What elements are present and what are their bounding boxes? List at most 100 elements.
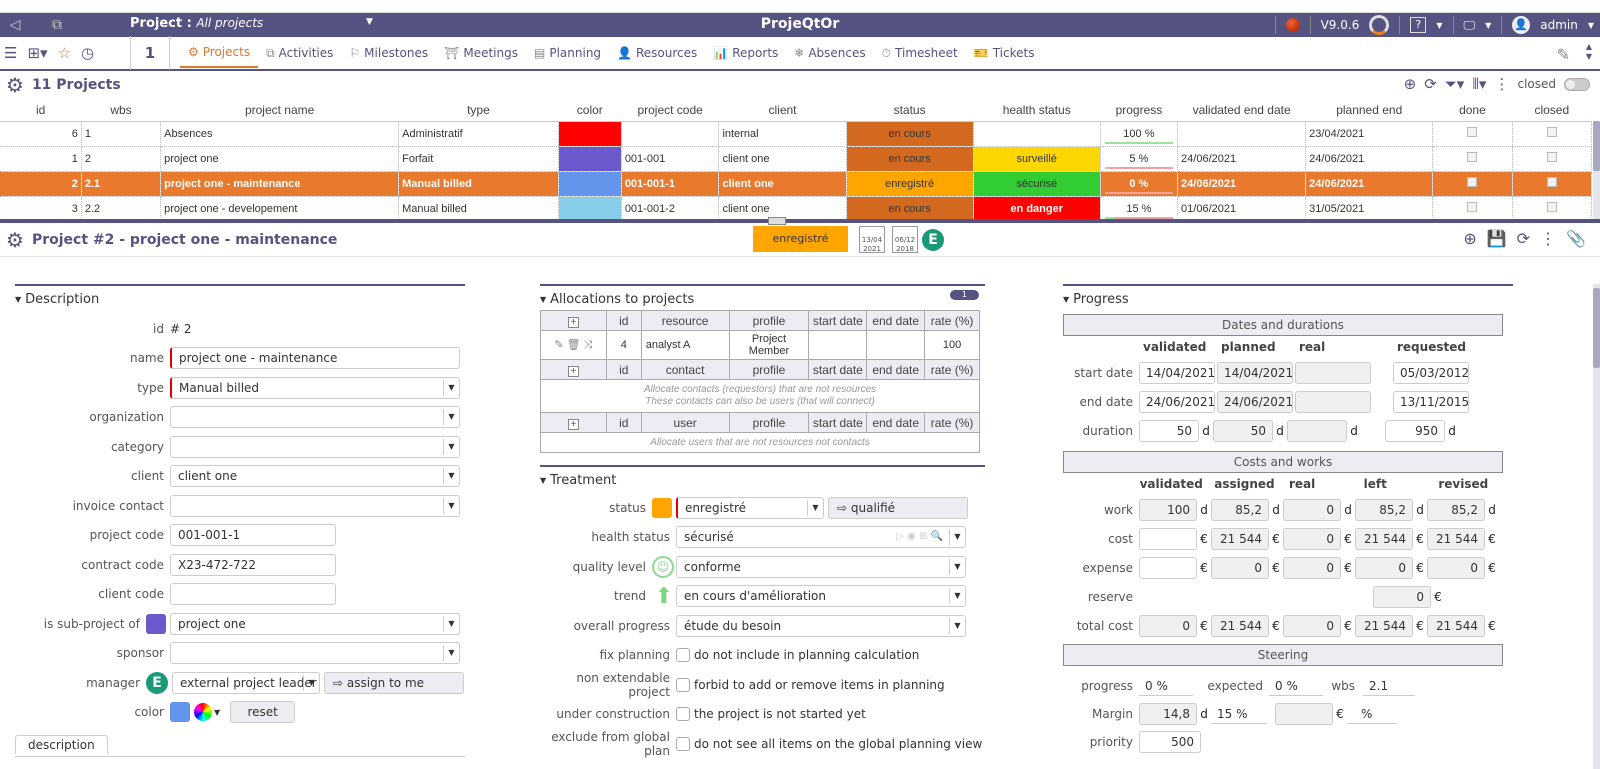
column-header-status[interactable]: status [846,99,974,122]
progress-header[interactable]: ▼ Progress [1063,284,1513,310]
client-code-field[interactable] [170,583,336,606]
add-user-button[interactable]: + [567,418,579,430]
name-field[interactable]: project one - maintenance [170,347,460,370]
table-row[interactable]: 1 2 project one Forfait 001-001 client one en … [0,146,1593,172]
overall-progress-select[interactable]: étude du besoin ▼ [676,614,966,637]
new-item-icon[interactable]: ⊕ [1463,229,1476,248]
color-wheel-icon[interactable] [194,703,212,722]
category-select[interactable]: ▼ [170,435,460,458]
organization-select[interactable]: ▼ [170,406,460,429]
collapse-left-icon[interactable]: ◁ [0,17,30,33]
cost-field-validated[interactable] [1139,527,1197,550]
more-options-icon[interactable]: ⋮ [1494,75,1509,93]
calendar-icon[interactable]: 06/12 2018 [892,226,918,253]
column-header-wbs[interactable]: wbs [81,99,161,122]
menu-item-meetings[interactable]: ⛩ Meetings [436,36,526,70]
closed-checkbox[interactable] [1546,202,1557,212]
start-date-field-requested[interactable]: 05/03/2012 [1393,361,1469,384]
trend-select[interactable]: en cours d'amélioration ▼ [676,585,966,608]
type-select[interactable]: Manual billed ▼ [170,376,460,399]
status-select[interactable]: enregistré ▼ [676,496,824,519]
closed-checkbox[interactable] [1546,152,1557,162]
refresh-icon[interactable]: ⟳ [1424,75,1437,93]
menu-item-timesheet[interactable]: ⏱ Timesheet [874,36,966,70]
menu-item-resources[interactable]: 👤 Resources [609,36,705,70]
sponsor-select[interactable]: ▼ [170,642,460,665]
table-row[interactable]: 6 1 Absences Administratif internal en cours 1… [0,121,1593,147]
duration-field-validated[interactable]: 50 [1139,419,1199,442]
chevron-down-icon[interactable]: ▼ [366,17,373,27]
user-name[interactable]: admin [1540,18,1578,32]
column-header-project-code[interactable]: project code [621,99,719,122]
non-extendable-checkbox[interactable] [676,677,690,692]
refresh-icon[interactable]: ⟳ [1517,229,1530,248]
column-header-id[interactable]: id [0,99,82,122]
column-header-closed[interactable]: closed [1512,99,1592,122]
contract-code-field[interactable]: X23-472-722 [170,553,336,576]
new-project-icon[interactable]: ⊕ [1404,75,1417,93]
manager-select[interactable]: external project leader ▼ [172,671,320,694]
priority-field[interactable]: 500 [1139,731,1201,753]
menu-item-activities[interactable]: ⧉ Activities [258,36,341,70]
table-row[interactable]: 2 2.1 project one - maintenance Manual bill… [0,171,1593,197]
monitor-icon[interactable]: 🖵 [1464,18,1476,33]
swap-icon[interactable]: ⤨ [584,339,593,351]
column-header-client[interactable]: client [718,99,847,122]
calendar-icon[interactable]: 13/04 2021 [859,226,885,253]
detail-scrollbar[interactable] [1593,284,1600,769]
menu-item-projects[interactable]: ⚙ Projects [180,38,259,68]
field-tools-icons[interactable]: ▷ ◉ ⊞ 🔍 [896,527,943,547]
done-checkbox[interactable] [1467,202,1478,212]
end-date-field-requested[interactable]: 13/11/2015 [1393,390,1469,413]
invoice-contact-select[interactable]: ▼ [170,494,460,517]
column-header-type[interactable]: type [398,99,559,122]
chevron-down-icon[interactable]: ▼ [1588,21,1594,30]
add-resource-button[interactable]: + [567,316,579,328]
closed-toggle[interactable] [1564,77,1590,91]
table-row[interactable]: 3 2.2 project one - developement Manual bil… [0,196,1593,219]
chevron-down-icon[interactable]: ▼ [214,708,220,717]
exclude-global-plan-checkbox[interactable] [676,736,690,751]
health-status-select[interactable]: sécurisé ▷ ◉ ⊞ 🔍 ▼ [676,526,966,549]
columns-icon[interactable]: ⦀▾ [1472,75,1486,93]
closed-checkbox[interactable] [1546,127,1557,137]
edit-pencil-icon[interactable]: ✎ [1557,45,1570,64]
column-header-project-name[interactable]: project name [160,99,399,122]
under-construction-checkbox[interactable] [676,707,690,722]
user-avatar-icon[interactable]: 👤 [1512,16,1531,34]
next-status-button[interactable]: ⇨ qualifié [828,496,968,519]
scroll-arrows-icon[interactable]: ▲ ▼ [1586,42,1592,62]
column-header-planned-end[interactable]: planned end [1305,99,1433,122]
chevron-down-icon[interactable]: ▼ [1436,21,1442,30]
add-contact-button[interactable]: + [567,365,579,377]
column-header-progress[interactable]: progress [1100,99,1178,122]
column-header-done[interactable]: done [1432,99,1513,122]
reset-button[interactable]: reset [230,701,296,724]
more-options-icon[interactable]: ⋮ [1540,229,1556,248]
assign-to-me-button[interactable]: ⇨ assign to me [324,671,464,694]
list-scrollbar[interactable] [1593,121,1600,219]
done-checkbox[interactable] [1467,177,1478,187]
help-button[interactable]: ? [1410,17,1427,33]
color-swatch[interactable] [170,702,190,723]
bookmark-icon[interactable]: ☆ [58,44,71,62]
allocations-header[interactable]: ▼ Allocations to projects 1 [540,284,985,310]
attachment-icon[interactable]: 📎 [1566,229,1586,248]
notification-icon[interactable] [1285,18,1300,32]
column-header-color[interactable]: color [558,99,622,122]
treatment-header[interactable]: ▼ Treatment [540,465,985,491]
menu-item-planning[interactable]: ▤ Planning [526,36,609,70]
duration-field-requested[interactable]: 950 [1385,419,1445,442]
chevron-down-icon[interactable]: ▼ [1485,21,1491,30]
new-item-icon[interactable]: ⊞▾ [27,44,47,62]
hamburger-menu-icon[interactable]: ☰ [4,44,17,62]
done-checkbox[interactable] [1467,152,1478,162]
start-date-field-validated[interactable]: 14/04/2021 [1139,361,1215,384]
client-select[interactable]: client one ▼ [170,465,460,488]
quality-level-select[interactable]: conforme ▼ [676,555,966,578]
end-date-field-validated[interactable]: 24/06/2021 [1139,390,1215,413]
filter-icon[interactable]: ⏷▾ [1445,75,1465,93]
save-icon[interactable]: 💾 [1487,229,1507,248]
closed-checkbox[interactable] [1546,177,1557,187]
menu-item-reports[interactable]: 📊 Reports [705,36,786,70]
